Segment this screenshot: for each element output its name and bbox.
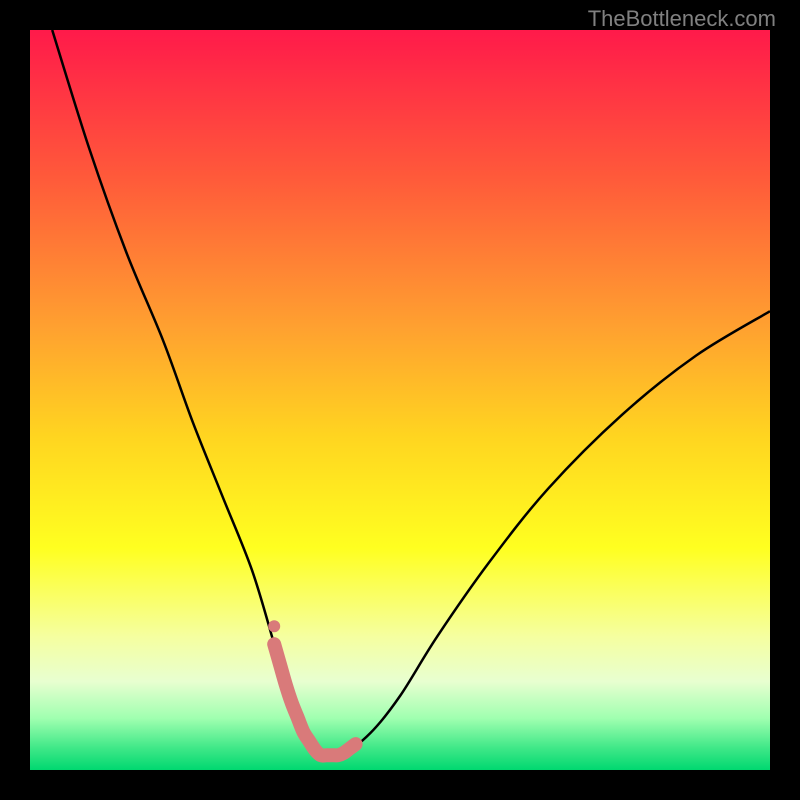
bottleneck-curve	[52, 30, 770, 758]
curve-overlay	[30, 30, 770, 770]
optimal-dot	[268, 620, 280, 632]
plot-area	[30, 30, 770, 770]
watermark-text: TheBottleneck.com	[588, 6, 776, 32]
optimal-range-marker	[274, 644, 355, 755]
